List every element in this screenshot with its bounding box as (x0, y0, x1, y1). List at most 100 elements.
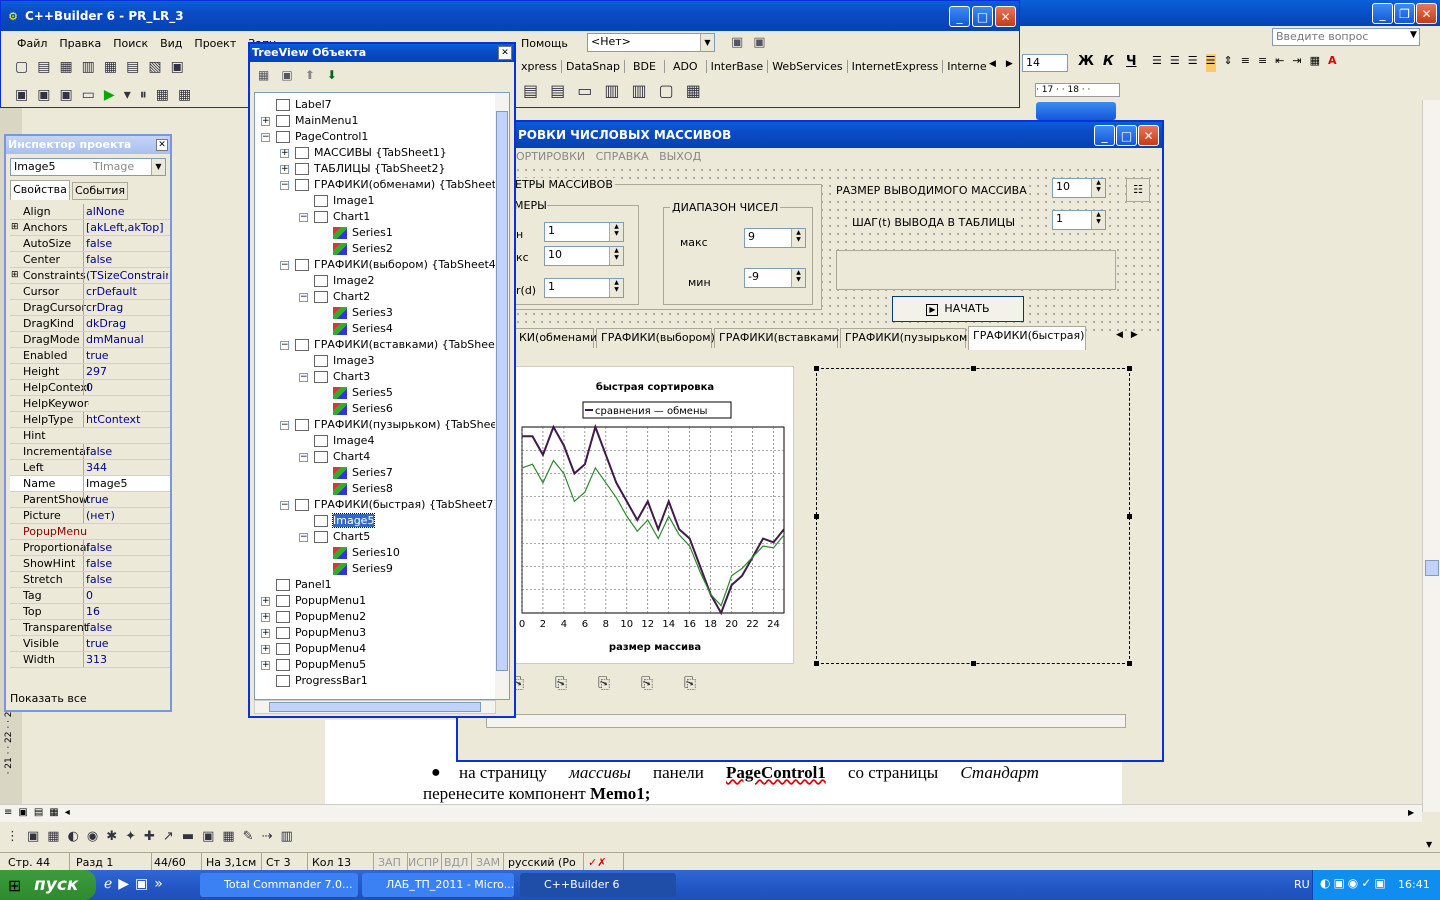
tree-item[interactable]: − ГРАФИКИ(выбором) {TabSheet4} (280, 257, 503, 273)
spin-edit-2[interactable]: 10 ▲ ▼ (544, 246, 624, 266)
collapse-icon[interactable]: − (299, 452, 308, 462)
word-minimize-button[interactable]: _ (1372, 3, 1393, 24)
start-button[interactable]: ▶ НАЧАТЬ (892, 296, 1024, 322)
collapse-icon[interactable]: − (280, 340, 289, 350)
palette-tab[interactable]: Internet (943, 60, 987, 73)
tree-item[interactable]: + PopupMenu4 (261, 641, 366, 657)
align-right-icon[interactable]: ☰ (1188, 54, 1198, 72)
tree-item[interactable]: Label7 (261, 97, 332, 113)
tab-events[interactable]: События (72, 182, 128, 200)
property-value[interactable]: false (83, 236, 168, 251)
tree-horizontal-scrollbar[interactable] (254, 700, 496, 714)
property-row[interactable]: Enabled true (10, 348, 170, 364)
property-value[interactable]: false (83, 572, 168, 587)
property-value[interactable]: true (83, 492, 168, 507)
collapse-icon[interactable]: − (280, 500, 289, 510)
expand-icon[interactable]: + (261, 628, 270, 638)
align-center-icon[interactable]: ☰ (1170, 54, 1180, 72)
image5-selected[interactable] (814, 366, 1132, 666)
tree-item[interactable]: + MainMenu1 (261, 113, 358, 129)
justify-icon[interactable]: ☰ (1205, 54, 1216, 72)
property-value[interactable]: false (83, 620, 168, 635)
property-value[interactable]: false (83, 556, 168, 571)
form-maximize-button[interactable]: □ (1116, 125, 1137, 146)
tree-item[interactable]: − ГРАФИКИ(обменами) {TabSheet3} (280, 177, 509, 193)
scroll-thumb[interactable] (496, 111, 508, 671)
arrow-right-icon[interactable]: ▶ (1408, 808, 1414, 817)
scroll-thumb[interactable] (1425, 560, 1439, 576)
property-value[interactable]: 344 (83, 460, 168, 475)
property-value[interactable]: true (83, 348, 168, 363)
resize-handle[interactable] (814, 366, 819, 371)
property-row[interactable]: DragCursor crDrag (10, 300, 170, 316)
treeview-toolbar[interactable]: ▦▣⬆⬇ (258, 68, 349, 82)
view-buttons[interactable]: ≡▣▤▦◂ (4, 807, 76, 818)
spin-arrows-icon[interactable]: ▲ ▼ (609, 279, 623, 297)
task-total-commander[interactable]: Total Commander 7.0... (200, 873, 358, 897)
min-spin-edit[interactable]: -9 ▲ ▼ (744, 268, 806, 288)
font-color-icon[interactable]: A (1328, 54, 1337, 72)
property-row[interactable]: ShowHint false (10, 556, 170, 572)
tree-item[interactable]: − PageControl1 (261, 129, 368, 145)
palette-tab[interactable]: InternetExpress (847, 60, 944, 73)
property-value[interactable]: [akLeft,akTop] (83, 220, 168, 235)
expand-icon[interactable]: + (261, 660, 270, 670)
object-selector[interactable]: Image5 TImage ▼ (10, 158, 166, 176)
line-spacing-icon[interactable]: ⇕ (1224, 54, 1233, 72)
menu-help[interactable]: Помощь (521, 37, 568, 50)
chevron-down-icon[interactable]: ▼ (151, 159, 165, 175)
palette-components[interactable]: ▤▤▭▥▥▢▦ (523, 81, 713, 100)
property-value[interactable]: dmManual (83, 332, 168, 347)
expand-icon[interactable]: + (261, 644, 270, 654)
collapse-icon[interactable]: − (299, 532, 308, 542)
tab-quick[interactable]: ГРАФИКИ(быстрая) (968, 326, 1086, 350)
collapse-icon[interactable]: − (299, 372, 308, 382)
tree-item[interactable]: + PopupMenu1 (261, 593, 366, 609)
property-row[interactable]: Hint (10, 428, 170, 444)
builder-maximize-button[interactable]: □ (972, 6, 993, 27)
property-row[interactable]: Visible true (10, 636, 170, 652)
property-value[interactable]: 16 (83, 604, 168, 619)
resize-handle[interactable] (971, 661, 976, 666)
tree-vertical-scrollbar[interactable] (495, 93, 509, 699)
mainmenu-component-icon[interactable]: ☷ (1126, 178, 1150, 202)
property-row[interactable]: Left 344 (10, 460, 170, 476)
expand-icon[interactable]: ⊞ (11, 220, 19, 235)
property-value[interactable]: htContext (83, 412, 168, 427)
expand-icon[interactable]: + (261, 596, 270, 606)
chevron-down-icon[interactable]: ▼ (1410, 30, 1417, 40)
tree-item[interactable]: Image3 (299, 353, 374, 369)
menu-edit[interactable]: Правка (53, 37, 107, 50)
property-value[interactable]: 0 (83, 588, 168, 603)
property-row[interactable]: HelpType htContext (10, 412, 170, 428)
property-value[interactable]: false (83, 444, 168, 459)
spin-arrows-icon[interactable]: ▲ ▼ (791, 269, 805, 287)
property-row[interactable]: Height 297 (10, 364, 170, 380)
chart5[interactable]: быстрая сортировка сравнения — обмены 0 2… (514, 366, 794, 664)
builder-close-button[interactable]: ✕ (995, 6, 1016, 27)
property-row[interactable]: Picture (нет) (10, 508, 170, 524)
property-row[interactable]: DragKind dkDrag (10, 316, 170, 332)
menu-search[interactable]: Поиск (107, 37, 154, 50)
palette-scroll-arrows[interactable]: ◀▶ (989, 59, 1023, 69)
property-row[interactable]: Proportional false (10, 540, 170, 556)
property-row[interactable]: ⊞ Constraints(TSizeConstraints) (10, 268, 170, 284)
palette-tab[interactable]: DataSnap (562, 60, 625, 73)
tab-scroll-arrows[interactable]: ◀▶ (1116, 330, 1146, 340)
property-value[interactable]: 297 (83, 364, 168, 379)
tree-item[interactable]: Series9 (318, 561, 393, 577)
speed-buttons[interactable]: ⎘⎘⎘⎘⎘ (512, 674, 727, 692)
underline-button[interactable]: Ч (1126, 54, 1137, 69)
property-value[interactable]: crDefault (83, 284, 168, 299)
resize-handle[interactable] (971, 366, 976, 371)
panel1[interactable] (836, 250, 1116, 290)
property-value[interactable]: (нет) (83, 508, 168, 523)
italic-button[interactable]: К (1103, 54, 1114, 69)
tree-item[interactable]: + ТАБЛИЦЫ {TabSheet2} (280, 161, 445, 177)
property-row[interactable]: Align alNone (10, 204, 170, 220)
palette-tab[interactable]: xpress (517, 60, 563, 73)
property-value[interactable]: (TSizeConstraints) (83, 268, 168, 283)
word-restore-button[interactable]: ❐ (1394, 3, 1415, 24)
expand-icon[interactable]: + (261, 612, 270, 622)
spin-arrows-icon[interactable]: ▲ ▼ (1091, 179, 1105, 197)
